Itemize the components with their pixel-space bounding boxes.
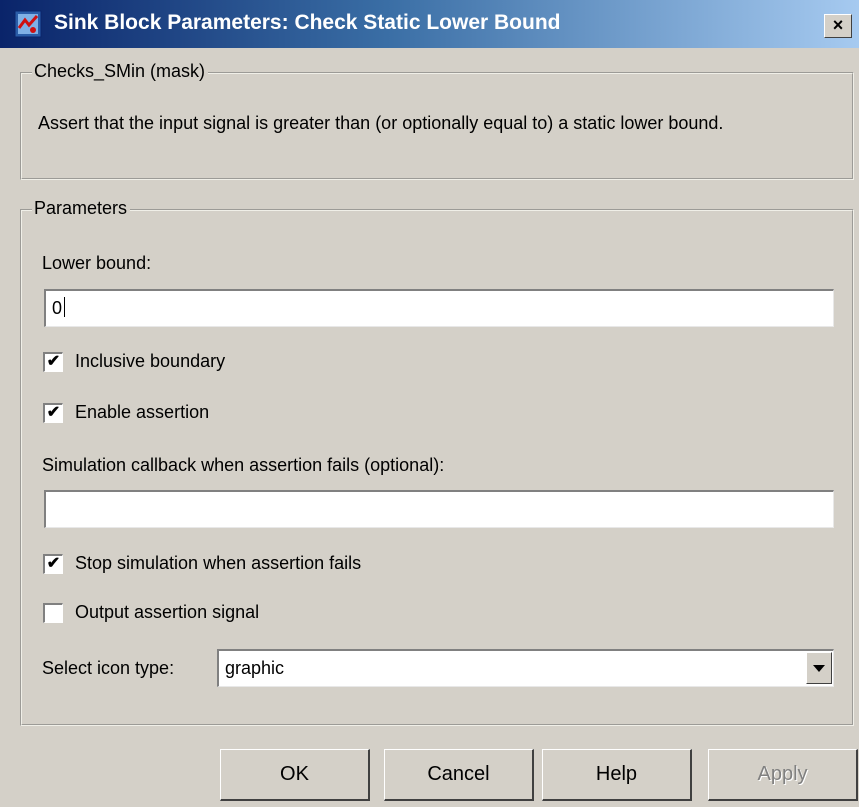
- chevron-down-icon[interactable]: [806, 652, 832, 684]
- checkmark-icon: ✔: [46, 555, 61, 572]
- icon-type-value: graphic: [225, 658, 285, 678]
- ok-button[interactable]: OK: [220, 749, 370, 801]
- close-icon: ×: [832, 15, 844, 35]
- icon-type-select[interactable]: graphic: [217, 649, 834, 687]
- apply-button[interactable]: Apply: [708, 749, 858, 801]
- lower-bound-value: 0: [52, 298, 63, 318]
- stop-simulation-label[interactable]: Stop simulation when assertion fails: [75, 553, 361, 574]
- window-title: Sink Block Parameters: Check Static Lowe…: [54, 11, 561, 34]
- checkmark-icon: ✔: [46, 404, 61, 421]
- mask-description: Assert that the input signal is greater …: [38, 113, 724, 133]
- parameters-group-legend: Parameters: [32, 198, 131, 219]
- parameters-group: Parameters Lower bound: 0 ✔ Inclusive bo…: [20, 198, 854, 726]
- output-assertion-checkbox[interactable]: [43, 603, 63, 623]
- lower-bound-input[interactable]: 0: [44, 289, 834, 327]
- inclusive-boundary-checkbox[interactable]: ✔: [43, 352, 63, 372]
- dialog-window: Sink Block Parameters: Check Static Lowe…: [0, 0, 859, 807]
- checkmark-icon: ✔: [46, 353, 61, 370]
- text-caret: [64, 297, 66, 317]
- title-bar[interactable]: Sink Block Parameters: Check Static Lowe…: [0, 0, 859, 48]
- stop-simulation-checkbox[interactable]: ✔: [43, 554, 63, 574]
- icon-type-label: Select icon type:: [42, 658, 175, 678]
- close-button[interactable]: ×: [824, 14, 852, 38]
- help-button[interactable]: Help: [542, 749, 692, 801]
- enable-assertion-label[interactable]: Enable assertion: [75, 402, 209, 423]
- callback-label: Simulation callback when assertion fails…: [42, 455, 445, 475]
- output-assertion-label[interactable]: Output assertion signal: [75, 602, 259, 623]
- simulink-block-icon: [14, 10, 42, 38]
- callback-input[interactable]: [44, 490, 834, 528]
- lower-bound-label: Lower bound:: [42, 253, 152, 273]
- enable-assertion-checkbox[interactable]: ✔: [43, 403, 63, 423]
- cancel-button[interactable]: Cancel: [384, 749, 534, 801]
- inclusive-boundary-label[interactable]: Inclusive boundary: [75, 351, 225, 372]
- mask-description-group: Checks_SMin (mask) Assert that the input…: [20, 61, 854, 180]
- mask-group-legend: Checks_SMin (mask): [32, 61, 209, 82]
